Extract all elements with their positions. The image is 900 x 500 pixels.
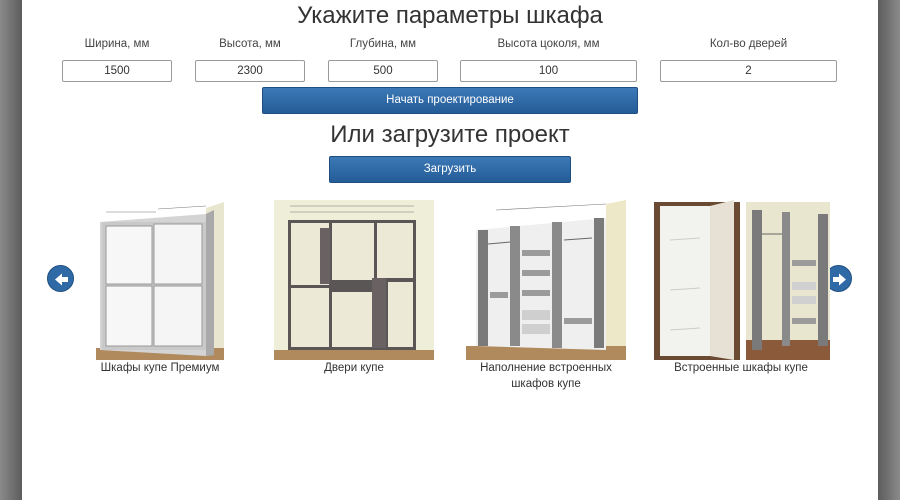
built-in-wardrobe-image	[654, 200, 830, 360]
sliding-wardrobe-image	[96, 200, 224, 360]
main-panel: Укажите параметры шкафа Ширина, мм 1500 …	[22, 0, 878, 500]
param-depth: Глубина, мм 500	[328, 36, 438, 82]
upload-title: Или загрузите проект	[330, 121, 570, 148]
param-height-label: Высота, мм	[219, 38, 281, 50]
height-input[interactable]: 2300	[195, 60, 305, 82]
depth-input[interactable]: 500	[328, 60, 438, 82]
width-input[interactable]: 1500	[62, 60, 172, 82]
arrow-right-icon	[833, 273, 846, 286]
wardrobe-interior-image	[466, 200, 626, 360]
param-width: Ширина, мм 1500	[62, 36, 172, 82]
param-doors-label: Кол-во дверей	[709, 38, 788, 50]
caption-doors: Двери купе	[324, 362, 384, 374]
param-doors: Кол-во дверей 2	[660, 36, 837, 82]
carousel-prev-button[interactable]	[47, 265, 74, 292]
param-plinth-label: Высота цоколя, мм	[497, 38, 600, 50]
arrow-left-icon	[55, 273, 68, 286]
start-design-button[interactable]: Начать проектирование	[262, 87, 638, 114]
doors-count-input[interactable]: 2	[660, 60, 837, 82]
param-width-label: Ширина, мм	[84, 38, 150, 50]
params-title: Укажите параметры шкафа	[297, 2, 603, 29]
param-plinth: Высота цоколя, мм 100	[460, 36, 637, 82]
caption-premium: Шкафы купе Премиум	[100, 362, 220, 374]
plinth-height-input[interactable]: 100	[460, 60, 637, 82]
caption-interior: Наполнение встроенных шкафов купе	[480, 362, 612, 390]
right-frame	[878, 0, 900, 500]
param-depth-label: Глубина, мм	[349, 38, 417, 50]
upload-button[interactable]: Загрузить	[329, 156, 571, 183]
param-height: Высота, мм 2300	[195, 36, 305, 82]
caption-built-in: Встроенные шкафы купе	[674, 362, 808, 374]
left-frame	[0, 0, 22, 500]
sliding-doors-image	[274, 200, 434, 360]
